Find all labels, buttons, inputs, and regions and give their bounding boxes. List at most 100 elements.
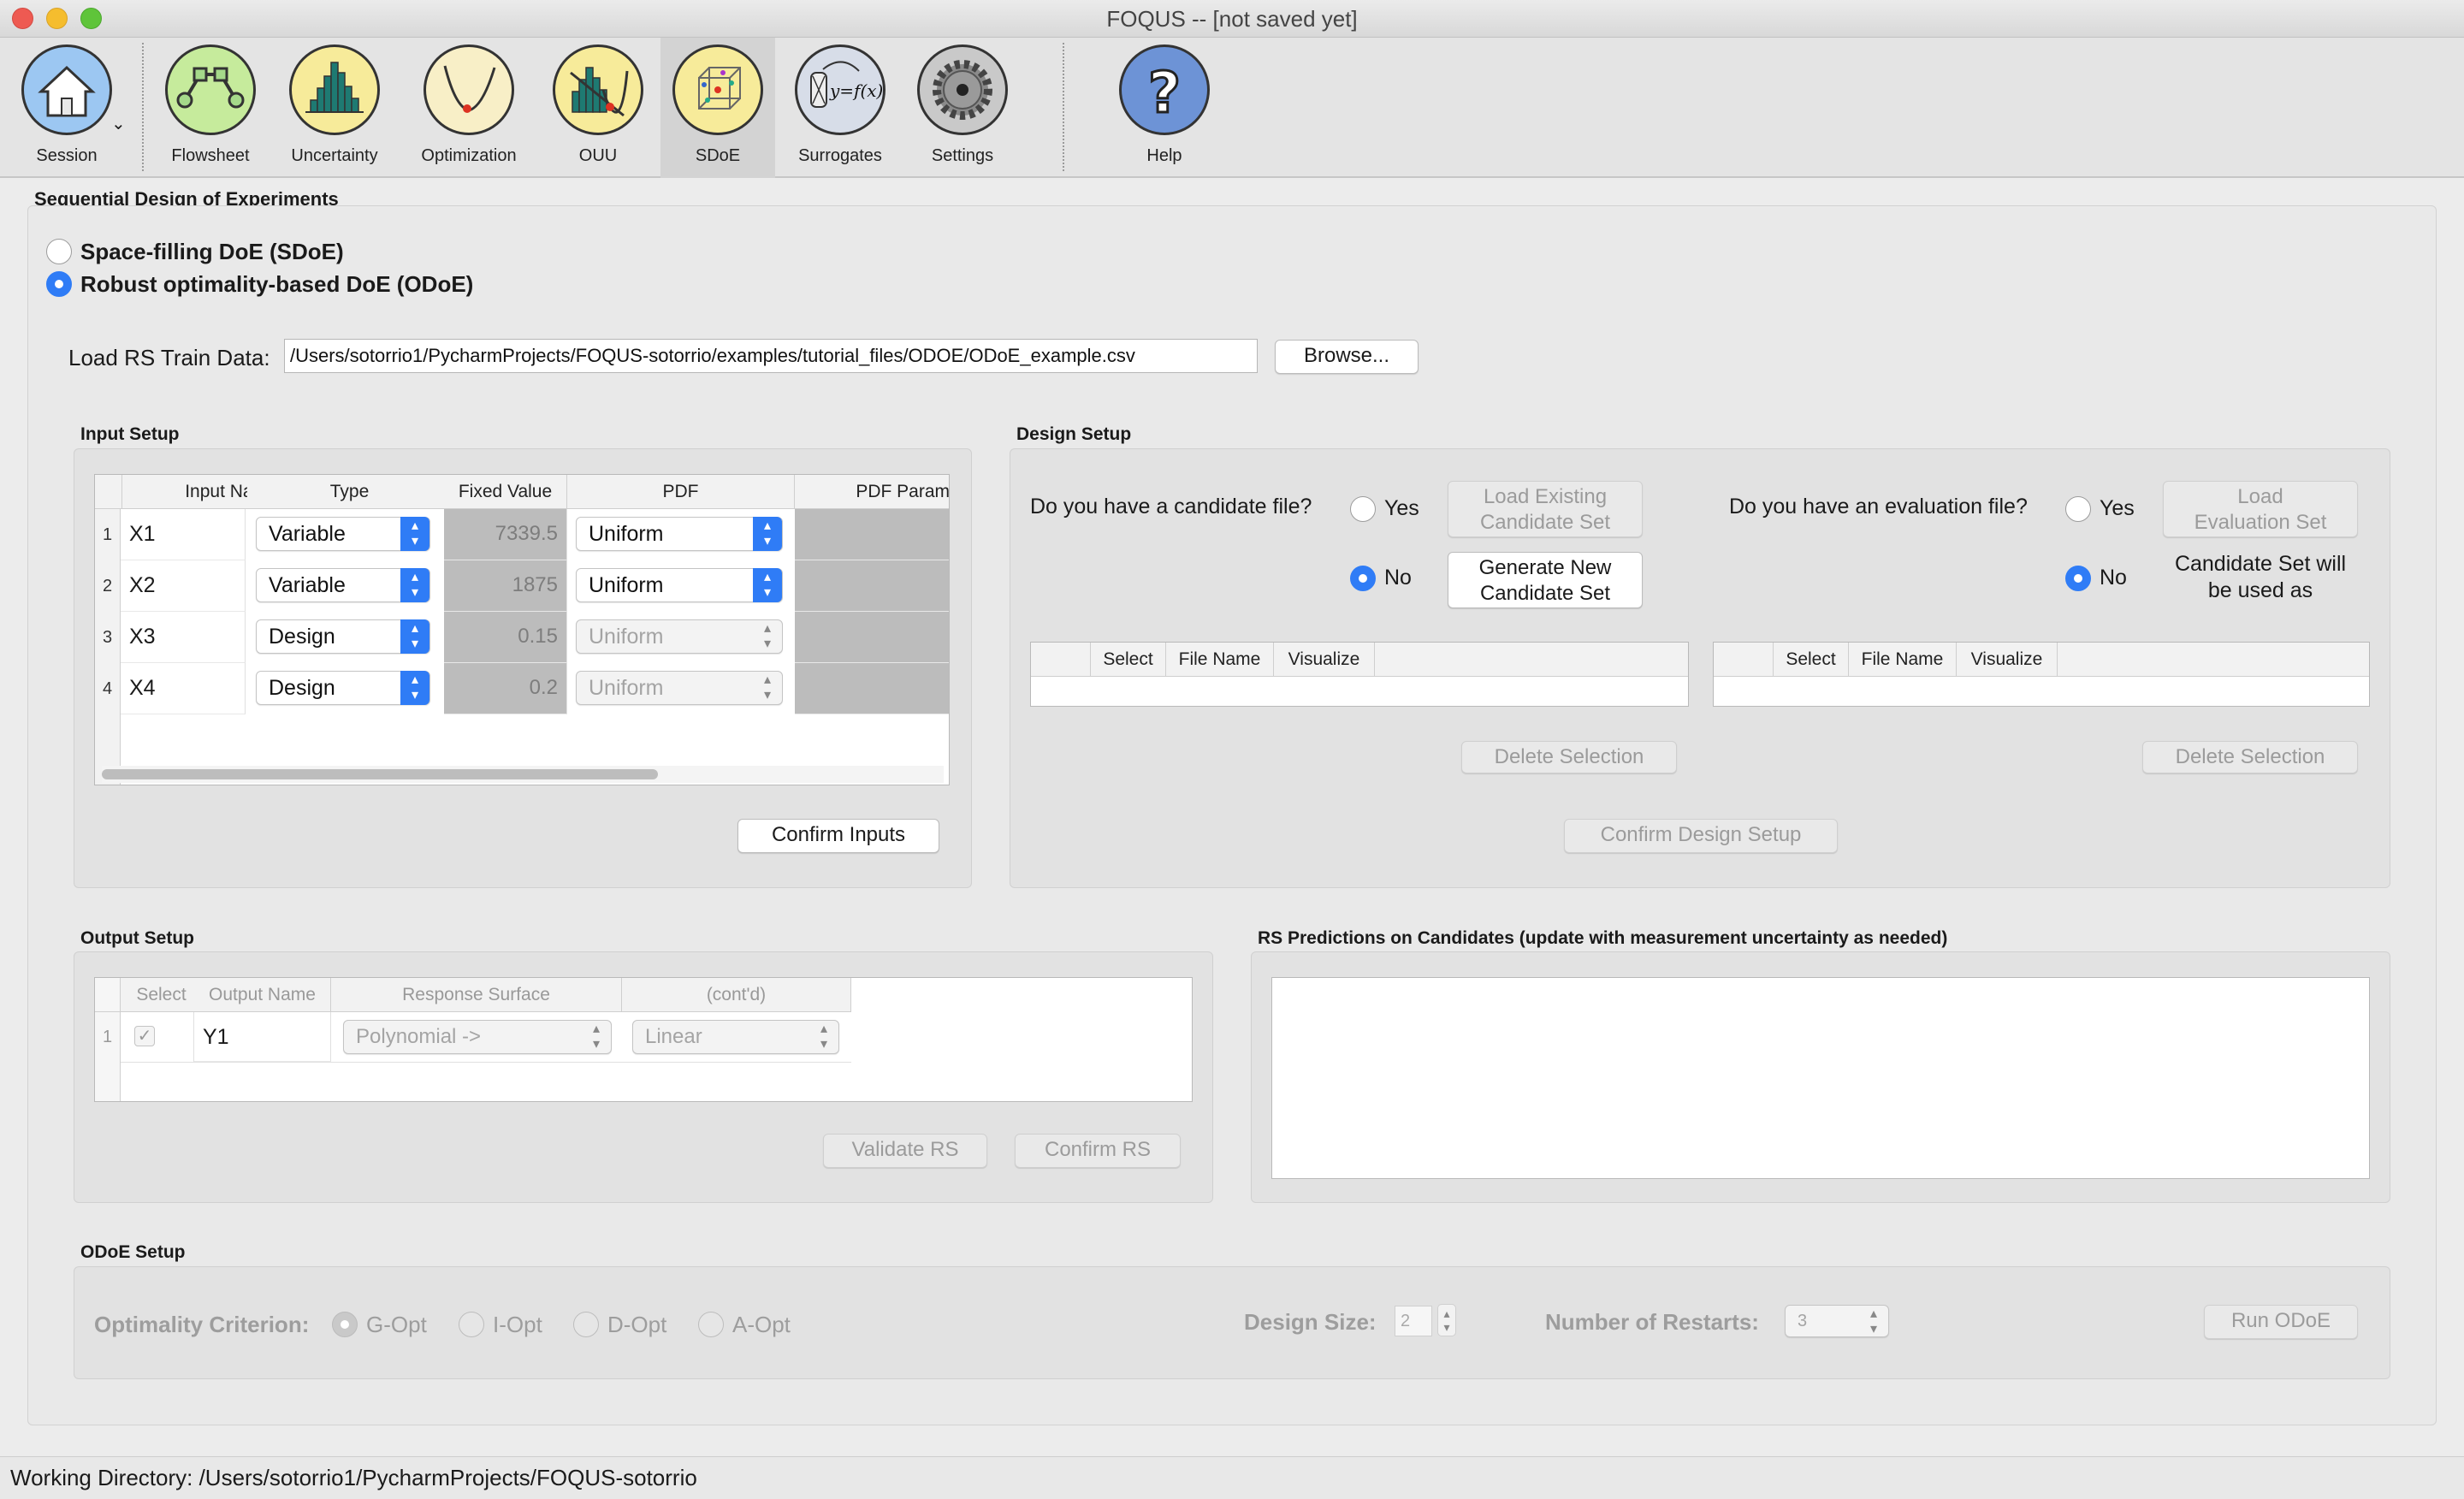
pdf-select[interactable]: Uniform ▴ ▾ (576, 517, 783, 551)
pdf-param-cell[interactable] (795, 612, 949, 663)
evaluation-no-radio[interactable] (2065, 566, 2091, 591)
pdf-select[interactable]: Uniform ▴ ▾ (576, 568, 783, 602)
column-header[interactable]: File Name (1849, 643, 1957, 677)
fixed-value-cell[interactable]: 7339.5 (444, 509, 567, 560)
output-name-cell[interactable]: Y1 (194, 1012, 331, 1062)
input-name-cell[interactable]: X2 (121, 560, 246, 612)
column-header[interactable]: Output Name (194, 978, 331, 1012)
toolbar-optimization-button[interactable]: Optimization (411, 38, 527, 178)
toolbar-help-button[interactable]: ? Help (1106, 38, 1223, 178)
table-corner (1031, 643, 1091, 677)
toolbar-ouu-button[interactable]: OUU (540, 38, 656, 178)
svg-text:?: ? (1148, 60, 1181, 126)
toolbar-surrogates-button[interactable]: y=f(x) Surrogates (783, 38, 897, 178)
column-header[interactable]: File Name (1166, 643, 1274, 677)
column-header[interactable]: Visualize (1274, 643, 1375, 677)
candidate-files-table: Select File Name Visualize (1030, 642, 1689, 707)
row-header-filler (95, 1062, 121, 1101)
toolbar-separator (1063, 43, 1064, 171)
response-surface-cont-select[interactable]: Linear ▴ ▾ (632, 1020, 839, 1054)
evaluation-yes-radio[interactable] (2065, 496, 2091, 522)
odoe-setup-title: ODoE Setup (80, 1242, 186, 1262)
pdf-select[interactable]: Uniform ▴ ▾ (576, 619, 783, 654)
input-name-cell[interactable]: X4 (121, 663, 246, 714)
generate-new-candidate-button[interactable]: Generate New Candidate Set (1448, 552, 1643, 608)
fixed-value-cell[interactable]: 1875 (444, 560, 567, 612)
toolbar-settings-button[interactable]: Settings (904, 38, 1021, 178)
row-divider (121, 1062, 851, 1063)
toolbar-optimization-label: Optimization (421, 146, 517, 165)
row-number: 3 (95, 612, 121, 663)
pdf-param-cell[interactable] (795, 663, 949, 714)
column-header[interactable]: Fixed Value (444, 475, 567, 509)
optimality-criterion-label: Optimality Criterion: (94, 1312, 310, 1337)
design-size-spinbox[interactable]: 2 (1395, 1306, 1432, 1336)
column-header[interactable]: Type (247, 475, 453, 509)
fixed-value-cell[interactable]: 0.2 (444, 663, 567, 714)
type-select[interactable]: Variable ▴ ▾ (256, 517, 430, 551)
response-surface-select[interactable]: Polynomial -> ▴ ▾ (343, 1020, 612, 1054)
column-header[interactable]: (cont'd) (622, 978, 851, 1012)
column-header[interactable]: Response Surface (331, 978, 622, 1012)
title-bar: FOQUS -- [not saved yet] (0, 0, 2464, 38)
validate-rs-button[interactable]: Validate RS (823, 1134, 987, 1168)
svg-text:y=f(x): y=f(x) (829, 80, 883, 101)
rs-value: Polynomial -> (356, 1025, 482, 1048)
rs-train-data-path-input[interactable]: /Users/sotorrio1/PycharmProjects/FOQUS-s… (284, 339, 1258, 373)
toolbar-session-button[interactable]: ⌄ Session (9, 38, 126, 178)
sdoe-cube-icon (672, 44, 763, 135)
pdf-select[interactable]: Uniform ▴ ▾ (576, 671, 783, 705)
updown-arrows-icon: ▴ ▾ (400, 517, 429, 551)
input-name-cell[interactable]: X1 (121, 509, 246, 560)
column-header[interactable]: Select (1774, 643, 1849, 677)
rs-predictions-table[interactable] (1271, 977, 2370, 1179)
column-header[interactable]: PDF (567, 475, 795, 509)
toolbar-sdoe-button[interactable]: SDoE (660, 38, 775, 178)
delete-evaluation-selection-button[interactable]: Delete Selection (2142, 741, 2358, 773)
load-existing-candidate-button[interactable]: Load Existing Candidate Set (1448, 481, 1643, 537)
column-header[interactable]: Select (1091, 643, 1166, 677)
candidate-yes-radio[interactable] (1350, 496, 1376, 522)
candidate-no-radio[interactable] (1350, 566, 1376, 591)
load-evaluation-set-button[interactable]: Load Evaluation Set (2163, 481, 2358, 537)
scrollbar-thumb[interactable] (102, 769, 658, 779)
toolbar-help-label: Help (1146, 146, 1182, 165)
toolbar-flowsheet-button[interactable]: Flowsheet (152, 38, 269, 178)
pdf-param-cell[interactable] (795, 509, 949, 560)
d-opt-radio[interactable] (573, 1312, 599, 1337)
header-filler (851, 978, 1192, 1012)
candidate-file-question: Do you have a candidate file? (1030, 495, 1312, 518)
column-header[interactable]: Visualize (1957, 643, 2058, 677)
odoe-mode-label: Robust optimality-based DoE (ODoE) (80, 271, 474, 297)
a-opt-radio[interactable] (698, 1312, 724, 1337)
browse-button[interactable]: Browse... (1275, 340, 1419, 374)
run-odoe-button[interactable]: Run ODoE (2204, 1305, 2358, 1339)
chevron-down-icon[interactable]: ⌄ (111, 113, 126, 134)
pdf-param-cell[interactable] (795, 560, 949, 612)
evaluation-file-question: Do you have an evaluation file? (1729, 495, 2028, 518)
i-opt-radio[interactable] (459, 1312, 484, 1337)
confirm-design-setup-button[interactable]: Confirm Design Setup (1564, 819, 1838, 853)
type-select[interactable]: Design ▴ ▾ (256, 619, 430, 654)
g-opt-label: G-Opt (366, 1312, 427, 1337)
output-select-checkbox[interactable]: ✓ (134, 1026, 155, 1046)
fixed-value-cell[interactable]: 0.15 (444, 612, 567, 663)
column-header[interactable]: Select (121, 978, 203, 1012)
delete-candidate-selection-button[interactable]: Delete Selection (1461, 741, 1677, 773)
updown-arrows-icon[interactable]: ▴ ▾ (1437, 1304, 1456, 1336)
horizontal-scrollbar[interactable] (102, 766, 944, 783)
confirm-rs-button[interactable]: Confirm RS (1015, 1134, 1181, 1168)
i-opt-label: I-Opt (493, 1312, 542, 1337)
confirm-inputs-button[interactable]: Confirm Inputs (737, 819, 939, 853)
type-select[interactable]: Design ▴ ▾ (256, 671, 430, 705)
type-select[interactable]: Variable ▴ ▾ (256, 568, 430, 602)
g-opt-radio[interactable] (332, 1312, 358, 1337)
number-of-restarts-select[interactable]: 3 ▴ ▾ (1785, 1305, 1889, 1337)
odoe-mode-radio[interactable] (46, 271, 72, 297)
foqus-window: FOQUS -- [not saved yet] ⌄ Session Flows… (0, 0, 2464, 1499)
sdoe-mode-radio[interactable] (46, 239, 72, 264)
home-icon (21, 44, 112, 135)
input-name-cell[interactable]: X3 (121, 612, 246, 663)
column-header[interactable]: PDF Param (795, 475, 949, 509)
toolbar-uncertainty-button[interactable]: Uncertainty (276, 38, 393, 178)
